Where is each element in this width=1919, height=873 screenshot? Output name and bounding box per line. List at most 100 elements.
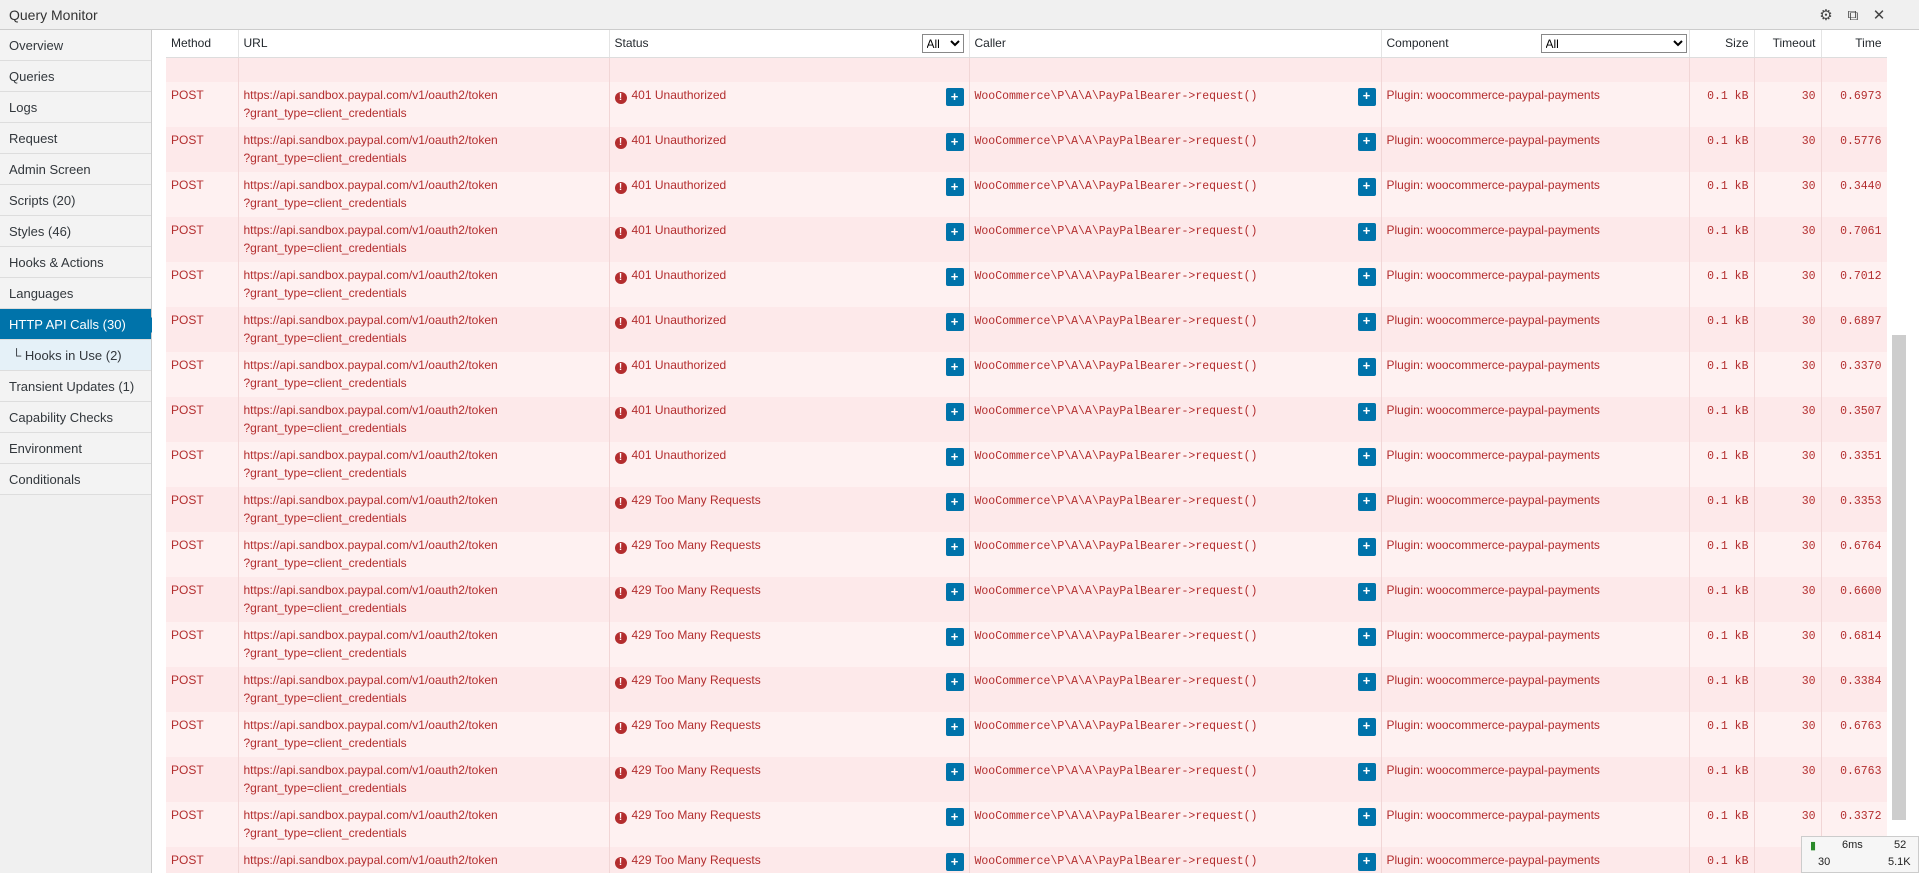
sidebar-item[interactable]: Admin Screen [0, 154, 151, 185]
timeout-cell: 30 [1754, 757, 1822, 802]
status-cell: ! 429 Too Many Requests + [609, 667, 970, 712]
expand-plus-icon[interactable]: + [945, 493, 964, 511]
expand-plus-icon[interactable]: + [1357, 223, 1376, 241]
table-row: POST https://api.sandbox.paypal.com/v1/oa… [166, 307, 1887, 352]
col-url-header[interactable]: URL [238, 30, 610, 58]
expand-plus-icon[interactable]: + [945, 673, 964, 691]
status-cell: ! 401 Unauthorized + [609, 397, 970, 442]
url-line-1: https://api.sandbox.paypal.com/v1/oauth2… [243, 538, 498, 552]
expand-plus-icon[interactable]: + [945, 628, 964, 646]
sidebar-item[interactable]: └ Hooks in Use (2) [0, 340, 151, 371]
error-icon: ! [614, 272, 627, 284]
status-text: 429 Too Many Requests [631, 808, 761, 822]
sidebar-item[interactable]: Logs [0, 92, 151, 123]
url-cell: https://api.sandbox.paypal.com/v1/oauth2… [238, 397, 610, 442]
expand-plus-icon[interactable]: + [1357, 718, 1376, 736]
sidebar-item[interactable]: Styles (46) [0, 216, 151, 247]
expand-plus-icon[interactable]: + [1357, 673, 1376, 691]
sidebar-item[interactable]: Queries [0, 61, 151, 92]
expand-plus-icon[interactable]: + [1357, 268, 1376, 286]
expand-plus-icon[interactable]: + [945, 223, 964, 241]
table-header-row: Method URL Status All Caller Component A… [166, 30, 1887, 58]
sidebar-item[interactable]: Hooks & Actions [0, 247, 151, 278]
expand-plus-icon[interactable]: + [945, 718, 964, 736]
caller-text: WooCommerce\P\A\A\PayPalBearer->request(… [974, 225, 1258, 238]
expand-plus-icon[interactable]: + [1357, 313, 1376, 331]
col-status-header[interactable]: Status All [609, 30, 970, 58]
close-icon[interactable]: ✕ [1869, 5, 1889, 25]
expand-plus-icon[interactable]: + [945, 403, 964, 421]
error-icon: ! [614, 182, 627, 194]
expand-plus-icon[interactable]: + [945, 448, 964, 466]
expand-plus-icon[interactable]: + [1357, 853, 1376, 871]
status-cell: ! 429 Too Many Requests + [609, 487, 970, 532]
scrollbar-thumb[interactable] [1892, 335, 1906, 820]
status-filter-select[interactable]: All [921, 34, 964, 53]
method-cell: POST [166, 127, 239, 172]
sidebar-item[interactable]: Request [0, 123, 151, 154]
url-cell: https://api.sandbox.paypal.com/v1/oauth2… [238, 352, 610, 397]
sidebar-item[interactable]: Conditionals [0, 464, 151, 495]
http-calls-table-wrap: Method URL Status All Caller Component A… [166, 30, 1887, 873]
expand-plus-icon[interactable]: + [945, 133, 964, 151]
expand-plus-icon[interactable]: + [1357, 358, 1376, 376]
status-cell: ! 429 Too Many Requests + [609, 802, 970, 847]
time-cell: 0.6763 [1821, 712, 1887, 757]
caller-cell: WooCommerce\P\A\A\PayPalBearer->request(… [969, 217, 1382, 262]
table-row: POST https://api.sandbox.paypal.com/v1/oa… [166, 622, 1887, 667]
sidebar-item[interactable]: Languages [0, 278, 151, 309]
sidebar-item[interactable]: Scripts (20) [0, 185, 151, 216]
expand-plus-icon[interactable]: + [945, 853, 964, 871]
status-header-label: Status [614, 36, 649, 51]
gear-icon[interactable]: ⚙ [1816, 5, 1836, 25]
expand-plus-icon[interactable]: + [1357, 583, 1376, 601]
qm-admin-bar-badge[interactable]: ▮ 6ms 52 30 5.1K [1801, 836, 1919, 873]
timeout-cell: 30 [1754, 262, 1822, 307]
status-cell: ! 429 Too Many Requests + [609, 847, 970, 873]
table-row: POST https://api.sandbox.paypal.com/v1/oa… [166, 352, 1887, 397]
size-cell: 0.1 kB [1689, 577, 1755, 622]
url-line-2: ?grant_type=client_credentials [243, 376, 407, 390]
component-filter-select[interactable]: All [1540, 34, 1687, 53]
col-timeout-header[interactable]: Timeout [1754, 30, 1822, 58]
expand-plus-icon[interactable]: + [1357, 493, 1376, 511]
expand-plus-icon[interactable]: + [945, 763, 964, 781]
expand-plus-icon[interactable]: + [945, 313, 964, 331]
expand-plus-icon[interactable]: + [1357, 178, 1376, 196]
sidebar-item[interactable]: Capability Checks [0, 402, 151, 433]
expand-plus-icon[interactable]: + [1357, 133, 1376, 151]
expand-plus-icon[interactable]: + [1357, 808, 1376, 826]
col-caller-header[interactable]: Caller [969, 30, 1382, 58]
expand-plus-icon[interactable]: + [945, 268, 964, 286]
col-time-header[interactable]: Time [1821, 30, 1887, 58]
col-component-header[interactable]: Component All [1381, 30, 1690, 58]
col-method-header[interactable]: Method [166, 30, 239, 58]
sidebar-item[interactable]: Transient Updates (1) [0, 371, 151, 402]
expand-plus-icon[interactable]: + [1357, 538, 1376, 556]
col-size-header[interactable]: Size [1689, 30, 1755, 58]
expand-plus-icon[interactable]: + [1357, 763, 1376, 781]
popout-icon[interactable]: ⧉ [1843, 5, 1863, 25]
size-cell: 0.1 kB [1689, 802, 1755, 847]
expand-plus-icon[interactable]: + [945, 178, 964, 196]
size-cell: 0.1 kB [1689, 622, 1755, 667]
caller-cell: WooCommerce\P\A\A\PayPalBearer->request(… [969, 577, 1382, 622]
expand-plus-icon[interactable]: + [1357, 88, 1376, 106]
expand-plus-icon[interactable]: + [1357, 448, 1376, 466]
expand-plus-icon[interactable]: + [945, 808, 964, 826]
expand-plus-icon[interactable]: + [945, 583, 964, 601]
expand-plus-icon[interactable]: + [945, 88, 964, 106]
expand-plus-icon[interactable]: + [1357, 628, 1376, 646]
table-row: POST https://api.sandbox.paypal.com/v1/oa… [166, 397, 1887, 442]
expand-plus-icon[interactable]: + [945, 538, 964, 556]
time-cell: 0.3370 [1821, 352, 1887, 397]
caller-text: WooCommerce\P\A\A\PayPalBearer->request(… [974, 495, 1258, 508]
sidebar-item[interactable]: Environment [0, 433, 151, 464]
expand-plus-icon[interactable]: + [1357, 403, 1376, 421]
expand-plus-icon[interactable]: + [945, 358, 964, 376]
sidebar-item[interactable]: Overview [0, 30, 151, 61]
status-cell: ! 429 Too Many Requests + [609, 577, 970, 622]
sidebar-item[interactable]: HTTP API Calls (30) [0, 309, 159, 340]
scrollbar[interactable] [1887, 30, 1919, 873]
status-text: 401 Unauthorized [631, 223, 727, 237]
